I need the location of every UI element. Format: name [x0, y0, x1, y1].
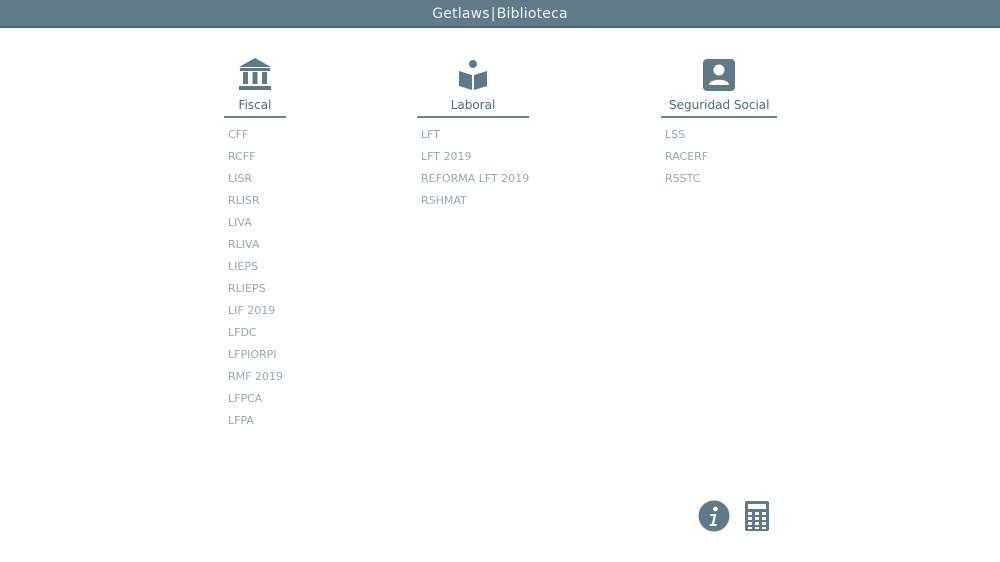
- seguridad-column: Seguridad Social LSS RACERF RSSTC: [661, 48, 777, 190]
- reader-book-icon: [417, 48, 529, 92]
- footer-actions: [698, 500, 776, 532]
- fiscal-item[interactable]: LIVA: [228, 212, 286, 234]
- fiscal-item[interactable]: LISR: [228, 168, 286, 190]
- seguridad-label: Seguridad Social: [661, 94, 777, 118]
- fiscal-item[interactable]: RMF 2019: [228, 366, 286, 388]
- title-separator: |: [490, 6, 496, 22]
- brand-name: Getlaws: [432, 6, 490, 22]
- info-icon[interactable]: [698, 500, 730, 532]
- fiscal-label: Fiscal: [224, 94, 286, 118]
- fiscal-item[interactable]: RCFF: [228, 146, 286, 168]
- fiscal-item[interactable]: CFF: [228, 124, 286, 146]
- laboral-item[interactable]: LFT: [421, 124, 529, 146]
- fiscal-item[interactable]: RLIVA: [228, 234, 286, 256]
- app-header: Getlaws|Biblioteca: [0, 0, 1000, 28]
- fiscal-item[interactable]: RLISR: [228, 190, 286, 212]
- laboral-item[interactable]: LFT 2019: [421, 146, 529, 168]
- fiscal-list: CFF RCFF LISR RLISR LIVA RLIVA LIEPS RLI…: [228, 124, 286, 432]
- calculator-icon[interactable]: [744, 500, 776, 532]
- fiscal-item[interactable]: RLIEPS: [228, 278, 286, 300]
- laboral-item[interactable]: RSHMAT: [421, 190, 529, 212]
- fiscal-item[interactable]: LFPA: [228, 410, 286, 432]
- contact-card-icon: [661, 48, 777, 92]
- laboral-list: LFT LFT 2019 REFORMA LFT 2019 RSHMAT: [421, 124, 529, 212]
- laboral-header[interactable]: Laboral: [417, 48, 529, 118]
- laboral-label: Laboral: [417, 94, 529, 118]
- fiscal-item[interactable]: LFPCA: [228, 388, 286, 410]
- seguridad-header[interactable]: Seguridad Social: [661, 48, 777, 118]
- seguridad-item[interactable]: RSSTC: [665, 168, 777, 190]
- fiscal-item[interactable]: LIF 2019: [228, 300, 286, 322]
- seguridad-item[interactable]: LSS: [665, 124, 777, 146]
- laboral-column: Laboral LFT LFT 2019 REFORMA LFT 2019 RS…: [417, 48, 529, 212]
- bank-icon: [224, 48, 286, 92]
- fiscal-header[interactable]: Fiscal: [224, 48, 286, 118]
- fiscal-item[interactable]: LIEPS: [228, 256, 286, 278]
- fiscal-item[interactable]: LFDC: [228, 322, 286, 344]
- fiscal-column: Fiscal CFF RCFF LISR RLISR LIVA RLIVA LI…: [224, 48, 286, 432]
- seguridad-item[interactable]: RACERF: [665, 146, 777, 168]
- seguridad-list: LSS RACERF RSSTC: [665, 124, 777, 190]
- section-name: Biblioteca: [496, 6, 568, 22]
- fiscal-item[interactable]: LFPIORPI: [228, 344, 286, 366]
- laboral-item[interactable]: REFORMA LFT 2019: [421, 168, 529, 190]
- app-title: Getlaws|Biblioteca: [432, 0, 568, 28]
